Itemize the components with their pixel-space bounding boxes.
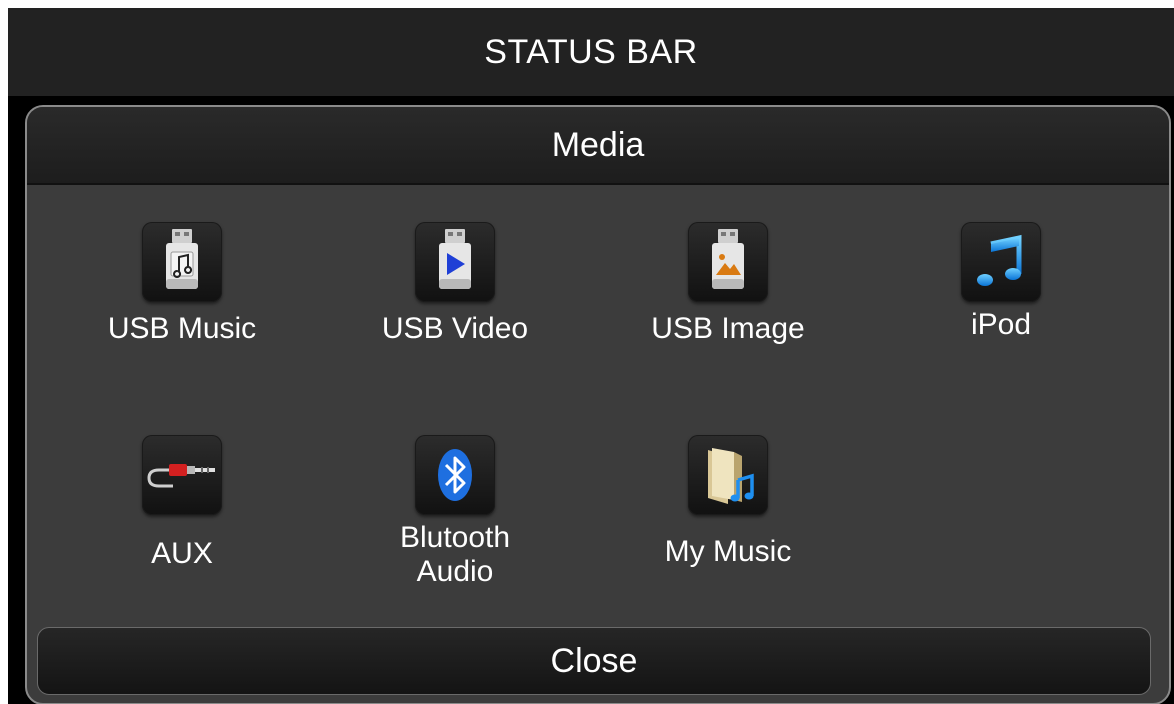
media-item-usb-image[interactable]: USB Image bbox=[613, 222, 843, 346]
media-item-label: USB Music bbox=[107, 312, 257, 345]
status-bar: STATUS BAR bbox=[8, 8, 1174, 96]
media-popup: Media USB Music USB Video USB Image iPod… bbox=[25, 105, 1171, 704]
media-item-usb-video[interactable]: USB Video bbox=[340, 222, 570, 346]
media-item-label: USB Video bbox=[381, 312, 529, 345]
music-folder-icon bbox=[688, 435, 768, 515]
close-button-label: Close bbox=[550, 641, 638, 680]
usb-image-icon bbox=[688, 222, 768, 302]
media-item-bluetooth-audio[interactable]: Blutooth Audio bbox=[340, 435, 570, 589]
usb-video-icon bbox=[415, 222, 495, 302]
media-item-label-line2: Audio bbox=[416, 555, 494, 588]
media-item-aux[interactable]: AUX bbox=[67, 435, 297, 571]
popup-header: Media bbox=[27, 107, 1169, 185]
media-item-label: AUX bbox=[151, 537, 213, 570]
media-item-label-line1: Blutooth bbox=[399, 521, 511, 554]
media-item-usb-music[interactable]: USB Music bbox=[67, 222, 297, 346]
media-item-label: iPod bbox=[970, 308, 1032, 341]
status-bar-title: STATUS BAR bbox=[484, 32, 698, 71]
media-item-label: My Music bbox=[664, 535, 792, 568]
music-note-icon bbox=[961, 222, 1041, 302]
popup-title: Media bbox=[551, 125, 645, 164]
aux-cable-icon bbox=[142, 435, 222, 515]
bluetooth-icon bbox=[415, 435, 495, 515]
media-item-ipod[interactable]: iPod bbox=[886, 222, 1116, 342]
media-item-label: USB Image bbox=[651, 312, 805, 345]
close-button[interactable]: Close bbox=[37, 627, 1151, 695]
media-screen: STATUS BAR Media USB Music USB Video USB… bbox=[8, 8, 1174, 704]
usb-music-icon bbox=[142, 222, 222, 302]
media-item-my-music[interactable]: My Music bbox=[613, 435, 843, 569]
